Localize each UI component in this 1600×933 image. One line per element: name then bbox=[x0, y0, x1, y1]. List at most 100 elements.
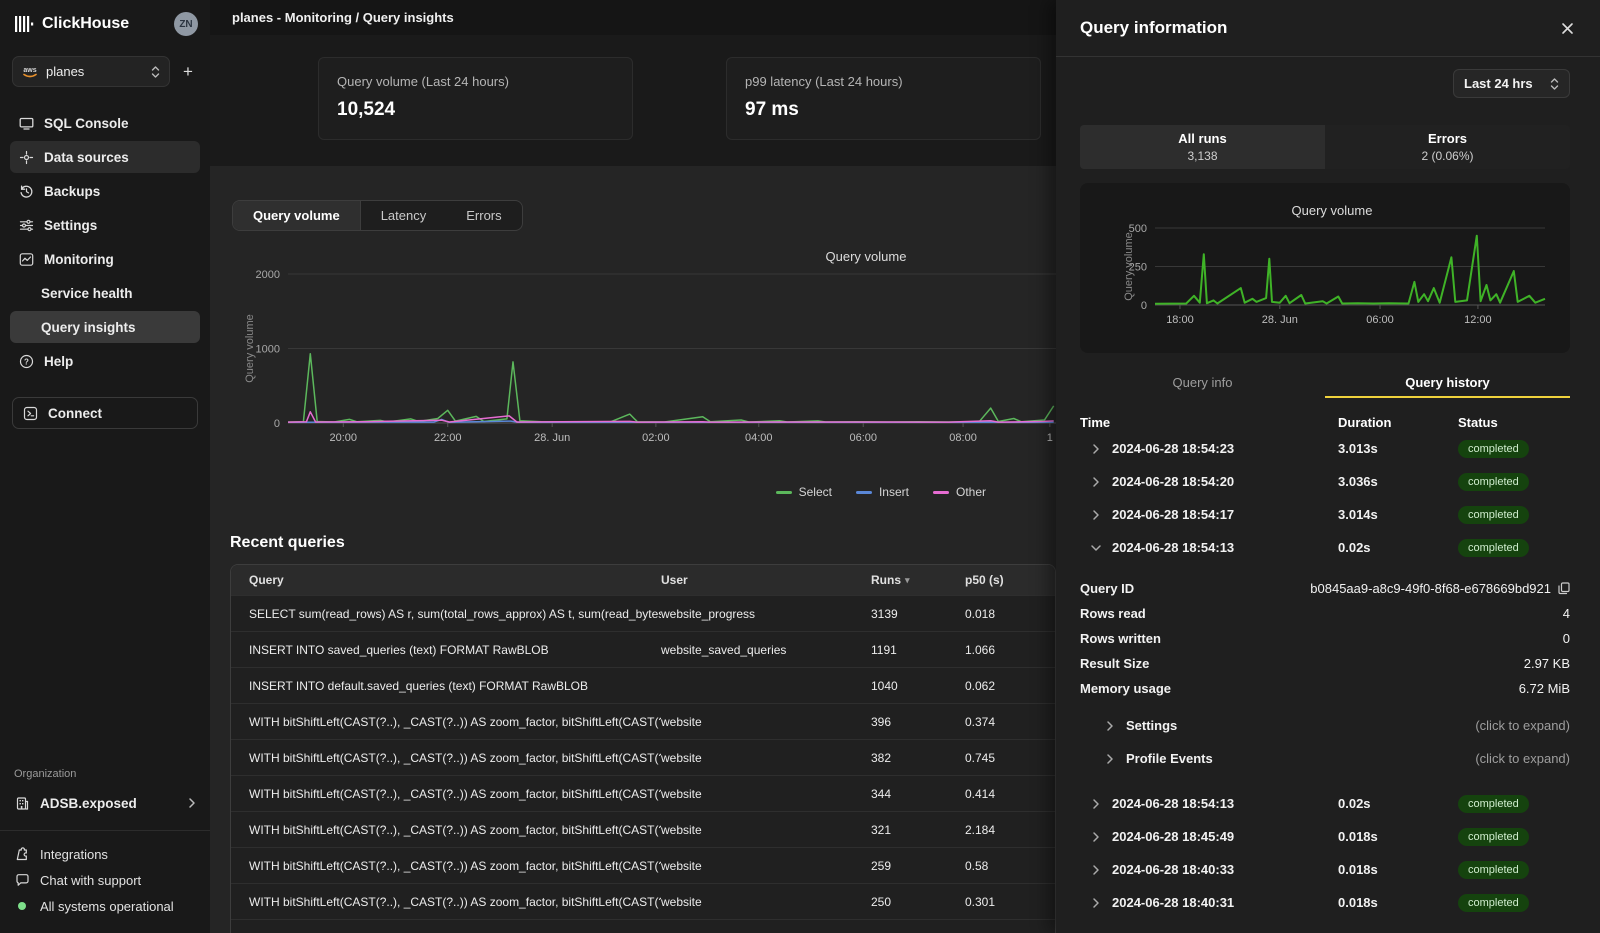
table-row[interactable]: SELECT sum(read_rows) AS r, sum(total_ro… bbox=[231, 595, 1055, 631]
close-icon[interactable] bbox=[1561, 22, 1574, 35]
status-badge: completed bbox=[1458, 473, 1529, 491]
chat-support-link[interactable]: Chat with support bbox=[0, 867, 210, 893]
query-cell: WITH bitShiftLeft(CAST(?..), _CAST(?..))… bbox=[231, 787, 661, 801]
runs-cell: 382 bbox=[871, 751, 965, 765]
segment-all-runs[interactable]: All runs 3,138 bbox=[1080, 125, 1325, 169]
history-row[interactable]: 2024-06-28 18:54:13 0.02s completed bbox=[1080, 787, 1570, 820]
legend-item[interactable]: Insert bbox=[856, 485, 909, 499]
status-badge: completed bbox=[1458, 440, 1529, 458]
column-header-time: Time bbox=[1080, 415, 1338, 430]
user-avatar[interactable]: ZN bbox=[174, 12, 198, 36]
sort-desc-icon: ▾ bbox=[905, 575, 910, 586]
p50-cell: 0.018 bbox=[965, 607, 1055, 621]
stat-label: p99 latency (Last 24 hours) bbox=[745, 74, 1022, 89]
connect-button[interactable]: Connect bbox=[12, 397, 198, 429]
svg-text:aws: aws bbox=[23, 67, 36, 74]
runs-errors-segments: All runs 3,138 Errors 2 (0.06%) bbox=[1080, 125, 1570, 169]
expand-chevron-icon[interactable] bbox=[1088, 476, 1104, 488]
sidebar-item-data-sources[interactable]: Data sources bbox=[10, 141, 200, 173]
tab-errors[interactable]: Errors bbox=[446, 201, 521, 230]
segment-value: 3,138 bbox=[1187, 149, 1217, 163]
tab-query-info[interactable]: Query info bbox=[1080, 369, 1325, 398]
expand-chevron-icon[interactable] bbox=[1088, 864, 1104, 876]
organization-name: ADSB.exposed bbox=[40, 796, 137, 811]
history-row[interactable]: 2024-06-28 18:40:31 0.018s completed bbox=[1080, 886, 1570, 919]
workspace-selector[interactable]: aws planes bbox=[12, 56, 170, 87]
expand-chevron-icon[interactable] bbox=[1088, 897, 1104, 909]
history-row[interactable]: 2024-06-28 18:54:23 3.013s completed bbox=[1080, 432, 1570, 465]
runs-cell: 1191 bbox=[871, 643, 965, 657]
mini-query-volume-chart: 025050018:0028. Jun06:0012:00Query volum… bbox=[1080, 183, 1568, 351]
integrations-link[interactable]: Integrations bbox=[0, 841, 210, 867]
history-duration: 3.014s bbox=[1338, 507, 1458, 522]
time-range-select[interactable]: Last 24 hrs bbox=[1453, 69, 1570, 98]
query-volume-stat-card: Query volume (Last 24 hours) 10,524 bbox=[318, 57, 633, 140]
expand-chevron-icon[interactable] bbox=[1090, 540, 1102, 556]
column-header-runs[interactable]: Runs▾ bbox=[871, 573, 965, 587]
tab-query-volume[interactable]: Query volume bbox=[233, 201, 361, 230]
brand-name: ClickHouse bbox=[42, 15, 174, 33]
expand-chevron-icon[interactable] bbox=[1088, 509, 1104, 521]
tab-latency[interactable]: Latency bbox=[361, 201, 447, 230]
detail-value: 6.72 MiB bbox=[1519, 681, 1570, 696]
stat-value: 97 ms bbox=[745, 99, 1022, 121]
organization-selector[interactable]: ADSB.exposed bbox=[0, 788, 210, 818]
history-time: 2024-06-28 18:54:20 bbox=[1112, 474, 1338, 489]
chat-support-label: Chat with support bbox=[40, 873, 141, 888]
add-service-button[interactable]: + bbox=[178, 62, 198, 82]
expand-chevron-icon[interactable] bbox=[1088, 443, 1104, 455]
column-header-user[interactable]: User bbox=[661, 573, 871, 587]
table-row[interactable]: WITH bitShiftLeft(CAST(?..), _CAST(?..))… bbox=[231, 811, 1055, 847]
runs-cell: 3139 bbox=[871, 607, 965, 621]
expand-chevron-icon bbox=[1102, 720, 1118, 732]
organization-section-label: Organization bbox=[0, 768, 210, 780]
tab-query-history[interactable]: Query history bbox=[1325, 369, 1570, 398]
sidebar-item-help[interactable]: ? Help bbox=[10, 345, 200, 377]
table-row[interactable]: INSERT INTO default.saved_queries (text)… bbox=[231, 667, 1055, 703]
column-header-duration: Duration bbox=[1338, 415, 1458, 430]
table-row[interactable]: WITH bitShiftLeft(CAST(?..), _CAST(?..))… bbox=[231, 883, 1055, 919]
detail-label: Result Size bbox=[1080, 656, 1149, 671]
history-duration: 0.018s bbox=[1338, 829, 1458, 844]
sidebar-item-service-health[interactable]: Service health bbox=[10, 277, 200, 309]
legend-item[interactable]: Select bbox=[776, 485, 832, 499]
legend-item[interactable]: Other bbox=[933, 485, 986, 499]
table-row[interactable]: WITH bitShiftLeft(CAST(?..), _CAST(?..))… bbox=[231, 739, 1055, 775]
system-status[interactable]: All systems operational bbox=[0, 893, 210, 919]
settings-expander[interactable]: Settings (click to expand) bbox=[1080, 709, 1570, 742]
copy-icon[interactable] bbox=[1558, 582, 1570, 595]
table-row[interactable]: WITH bitShiftLeft(CAST(?..), _CAST(?..))… bbox=[231, 703, 1055, 739]
svg-text:?: ? bbox=[24, 357, 29, 366]
history-row[interactable]: 2024-06-28 18:45:49 0.018s completed bbox=[1080, 820, 1570, 853]
history-row[interactable]: 2024-06-28 18:40:33 0.018s completed bbox=[1080, 853, 1570, 886]
table-row[interactable]: WITH bitShiftLeft(CAST(?..), _CAST(?..))… bbox=[231, 775, 1055, 811]
svg-text:0: 0 bbox=[274, 418, 280, 430]
segment-errors[interactable]: Errors 2 (0.06%) bbox=[1325, 125, 1570, 169]
history-row[interactable]: 2024-06-28 18:54:17 3.014s completed bbox=[1080, 498, 1570, 531]
expand-chevron-icon[interactable] bbox=[1088, 831, 1104, 843]
sidebar-item-sql-console[interactable]: SQL Console bbox=[10, 107, 200, 139]
sidebar-item-monitoring[interactable]: Monitoring bbox=[10, 243, 200, 275]
history-row[interactable]: 2024-06-28 18:54:20 3.036s completed bbox=[1080, 465, 1570, 498]
profile-events-expander[interactable]: Profile Events (click to expand) bbox=[1080, 742, 1570, 775]
expander-label: Profile Events bbox=[1126, 751, 1213, 766]
user-cell: website bbox=[661, 787, 871, 801]
history-duration: 0.02s bbox=[1338, 540, 1458, 555]
column-header-query[interactable]: Query bbox=[231, 573, 661, 587]
help-icon: ? bbox=[18, 354, 34, 369]
svg-text:12:00: 12:00 bbox=[1464, 314, 1492, 326]
expander-hint: (click to expand) bbox=[1475, 751, 1570, 766]
sidebar-item-query-insights[interactable]: Query insights bbox=[10, 311, 200, 343]
table-body: SELECT sum(read_rows) AS r, sum(total_ro… bbox=[231, 595, 1055, 919]
sidebar-item-backups[interactable]: Backups bbox=[10, 175, 200, 207]
table-row[interactable]: WITH bitShiftLeft(CAST(?..), _CAST(?..))… bbox=[231, 847, 1055, 883]
sidebar-item-settings[interactable]: Settings bbox=[10, 209, 200, 241]
history-row[interactable]: 2024-06-28 18:54:13 0.02s completed bbox=[1080, 531, 1570, 564]
detail-value: 4 bbox=[1563, 606, 1570, 621]
stat-label: Query volume (Last 24 hours) bbox=[337, 74, 614, 89]
expand-chevron-icon[interactable] bbox=[1088, 798, 1104, 810]
detail-label: Rows read bbox=[1080, 606, 1146, 621]
table-row[interactable]: INSERT INTO saved_queries (text) FORMAT … bbox=[231, 631, 1055, 667]
p50-cell: 0.062 bbox=[965, 679, 1055, 693]
column-header-p50[interactable]: p50 (s) bbox=[965, 573, 1055, 587]
